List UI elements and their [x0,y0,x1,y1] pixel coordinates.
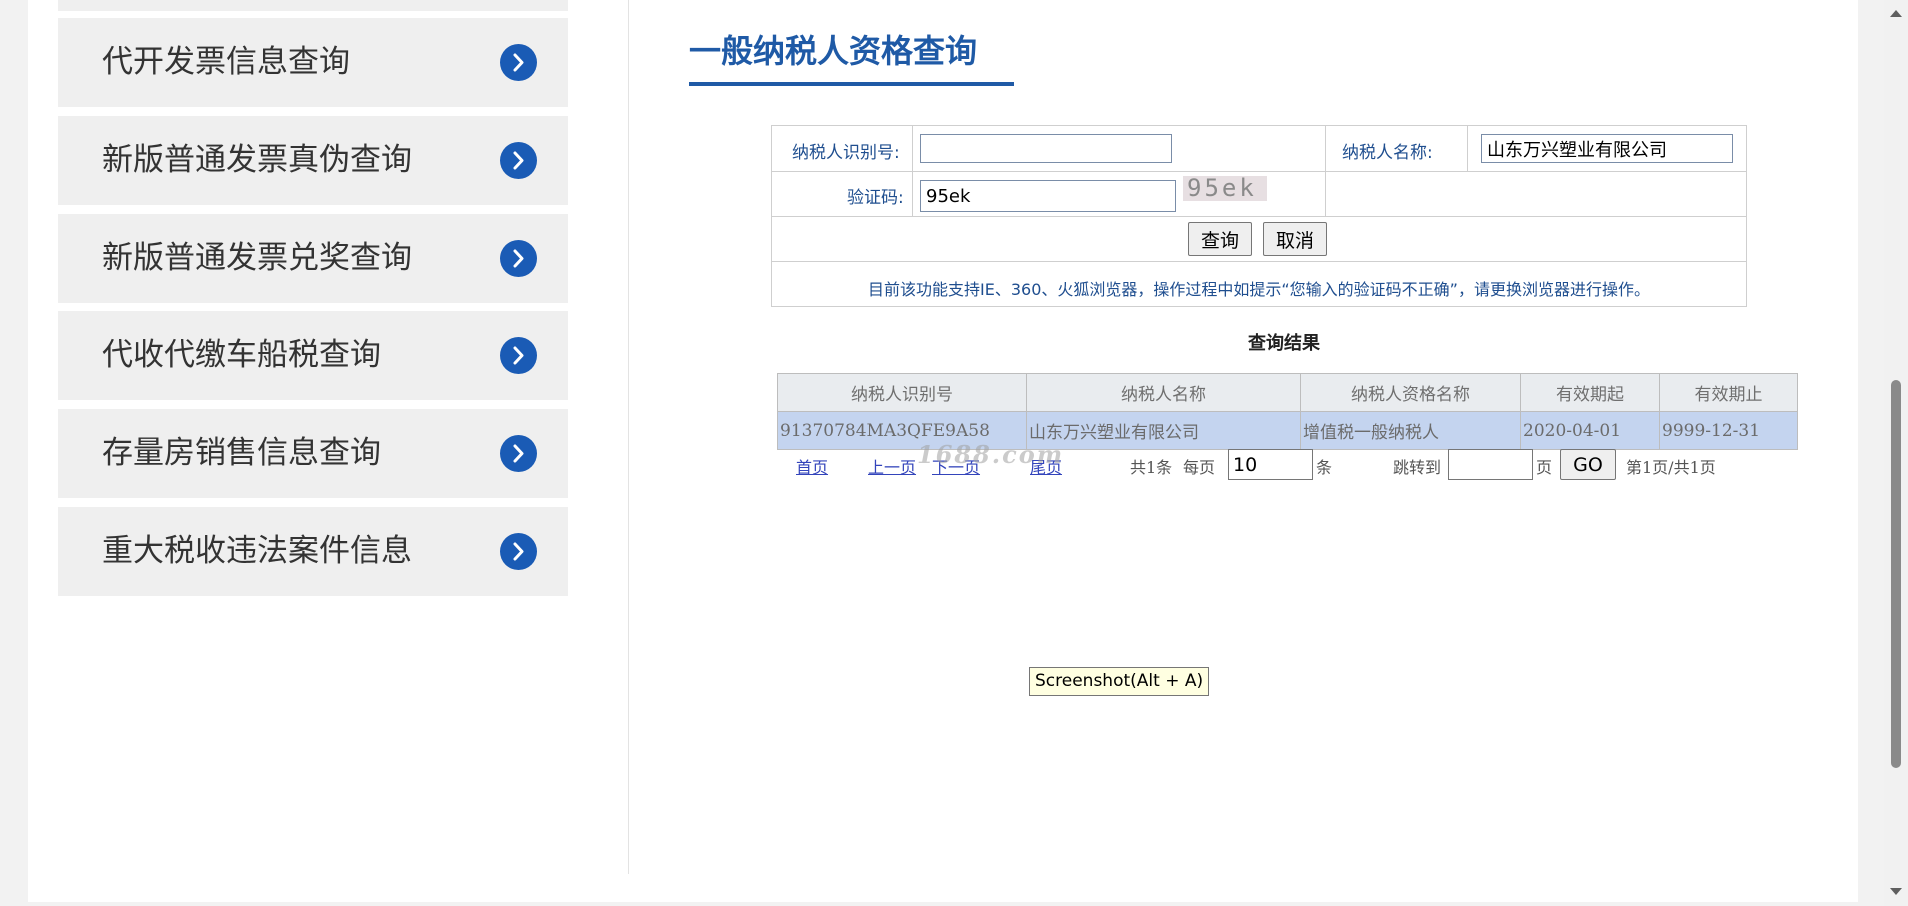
query-button[interactable]: 查询 [1188,222,1252,256]
page-title: 一般纳税人资格查询 [689,32,978,70]
sidebar-item-vehicle-tax-query[interactable]: 代收代缴车船税查询 [58,311,568,400]
pager-first-link[interactable]: 首页 [796,454,828,478]
per-page-input[interactable] [1228,449,1313,480]
column-header: 纳税人识别号 [777,373,1027,412]
captcha-label: 验证码: [847,188,904,208]
form-divider [912,126,913,216]
sidebar-item-housing-sales-query[interactable]: 存量房销售信息查询 [58,409,568,498]
form-divider [772,216,1746,217]
captcha-image[interactable]: 95ek [1183,176,1267,201]
chevron-right-icon [500,533,537,570]
pager-page-info: 第1页/共1页 [1626,458,1716,477]
watermark: 1688.com [917,440,1065,469]
cancel-button[interactable]: 取消 [1263,222,1327,256]
sidebar-item-label: 存量房销售信息查询 [102,435,381,471]
chevron-right-icon [500,337,537,374]
sidebar-item-partial[interactable] [58,0,568,11]
taxpayer-id-label: 纳税人识别号: [792,143,900,163]
taxpayer-id-input[interactable] [920,134,1172,163]
table-header-row: 纳税人识别号 纳税人名称 纳税人资格名称 有效期起 有效期止 [777,373,1798,412]
title-underline [689,82,1014,86]
sidebar-item-tax-violation-cases[interactable]: 重大税收违法案件信息 [58,507,568,596]
sidebar-item-label: 重大税收违法案件信息 [102,533,412,569]
scrollbar[interactable] [1884,0,1908,906]
page: 代开发票信息查询 新版普通发票真伪查询 新版普通发票兑奖查询 代收代缴车船税查询 [28,0,1858,902]
chevron-right-icon [500,240,537,277]
form-divider [1467,126,1468,171]
form-divider [1325,126,1326,216]
sidebar-item-invoice-authenticity-query[interactable]: 新版普通发票真伪查询 [58,116,568,205]
pager-jump-label: 跳转到 [1393,458,1442,477]
chevron-right-icon [500,142,537,179]
sidebar-item-label: 代收代缴车船税查询 [102,337,381,373]
sidebar-item-proxy-invoice-query[interactable]: 代开发票信息查询 [58,18,568,107]
tooltip: Screenshot(Alt + A) [1029,667,1210,696]
taxpayer-name-input[interactable] [1481,134,1733,163]
results-title: 查询结果 [1248,333,1320,354]
sidebar-item-label: 代开发票信息查询 [102,44,350,80]
form-divider [772,261,1746,262]
column-header: 有效期止 [1659,373,1798,412]
chevron-right-icon [500,435,537,472]
jump-page-input[interactable] [1448,449,1533,480]
captcha-input[interactable] [920,180,1176,212]
pager-per-page-unit: 条 [1316,458,1333,477]
table-cell: 2020-04-01 [1520,411,1660,450]
table-cell: 山东万兴塑业有限公司 [1026,411,1301,450]
vertical-divider [628,0,629,874]
pager-total: 共1条 [1130,458,1173,477]
column-header: 纳税人资格名称 [1300,373,1521,412]
scroll-thumb[interactable] [1891,380,1901,768]
column-header: 有效期起 [1520,373,1660,412]
go-button[interactable]: GO [1560,449,1616,480]
pager-jump-unit: 页 [1536,458,1553,477]
pager-prev-link[interactable]: 上一页 [868,454,916,478]
table-cell: 增值税一般纳税人 [1300,411,1521,450]
sidebar-item-label: 新版普通发票真伪查询 [102,142,412,178]
query-form: 纳税人识别号: 纳税人名称: 验证码: 95ek 查询 取消 目前该功能支持IE… [771,125,1747,307]
results-table: 纳税人识别号 纳税人名称 纳税人资格名称 有效期起 有效期止 91370784M… [777,373,1798,450]
browser-notice: 目前该功能支持IE、360、火狐浏览器，操作过程中如提示“您输入的验证码不正确”… [868,280,1650,299]
pager-per-page-label: 每页 [1183,458,1216,477]
table-cell: 9999-12-31 [1659,411,1798,450]
taxpayer-name-label: 纳税人名称: [1342,143,1433,163]
form-divider [772,171,1746,172]
sidebar-item-label: 新版普通发票兑奖查询 [102,240,412,276]
scroll-down-arrow-icon[interactable] [1890,888,1902,895]
sidebar-item-invoice-prize-query[interactable]: 新版普通发票兑奖查询 [58,214,568,303]
chevron-right-icon [500,44,537,81]
scroll-up-arrow-icon[interactable] [1890,10,1902,17]
column-header: 纳税人名称 [1026,373,1301,412]
